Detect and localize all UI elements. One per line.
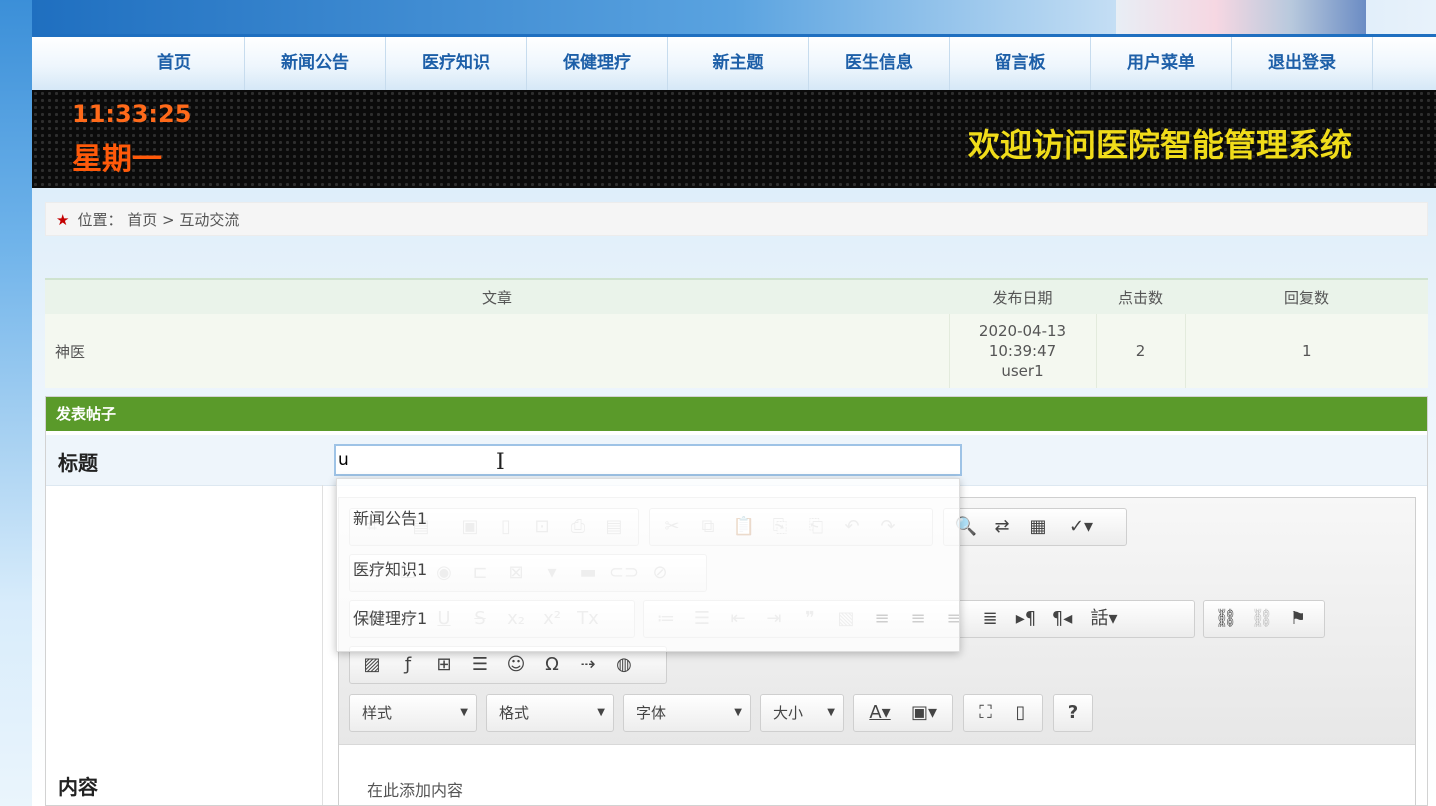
table-header-row: 文章 发布日期 点击数 回复数 [45, 278, 1428, 314]
article-author: user1 [1001, 362, 1044, 380]
text-color-icon[interactable]: A▾ [858, 698, 902, 728]
content-placeholder: 在此添加内容 [367, 781, 464, 800]
ltr-icon[interactable]: ▸¶ [1008, 604, 1044, 634]
header-replies: 回复数 [1185, 278, 1428, 314]
smiley-icon[interactable]: ☺ [498, 650, 534, 680]
image-icon[interactable]: ▨ [354, 650, 390, 680]
breadcrumb-current: 互动交流 [179, 211, 240, 229]
replace-icon[interactable]: ⇄ [984, 512, 1020, 542]
chevron-down-icon: ▼ [460, 707, 468, 718]
autocomplete-item[interactable]: 医疗知识1 [353, 556, 427, 580]
toolbar-group-colors: A▾ ▣▾ [853, 694, 953, 732]
toolbar-group-links: ⛓ ⛓ ⚑ [1203, 600, 1325, 638]
header-photo [1116, 0, 1366, 34]
chevron-down-icon: ▼ [597, 707, 605, 718]
breadcrumb: ★ 位置： 首页 > 互动交流 [45, 202, 1428, 236]
autocomplete-item[interactable]: 新闻公告1 [353, 505, 427, 529]
nav-item-logout[interactable]: 退出登录 [1232, 37, 1373, 90]
style-combo[interactable]: 样式 ▼ [349, 694, 477, 732]
article-date: 2020-04-13 10:39:47 [978, 322, 1067, 360]
toolbar-group-tools: ⛶ ▯ [963, 694, 1043, 732]
star-icon: ★ [56, 211, 70, 229]
article-title-link[interactable]: 神医 [45, 314, 950, 388]
nav-item-health-care[interactable]: 保健理疗 [527, 37, 668, 90]
header-article: 文章 [45, 278, 949, 314]
breadcrumb-prefix: 位置： [77, 211, 123, 229]
header-clicks: 点击数 [1096, 278, 1185, 314]
clock-weekday: 星期一 [72, 142, 162, 177]
clock-time: 11:33:25 [72, 100, 192, 128]
breadcrumb-separator: > [162, 211, 175, 229]
font-combo[interactable]: 字体 ▼ [623, 694, 751, 732]
unlink-icon[interactable]: ⛓ [1244, 604, 1280, 634]
justify-icon[interactable]: ≣ [972, 604, 1008, 634]
label-column-divider [322, 485, 323, 805]
nav-item-message-board[interactable]: 留言板 [950, 37, 1091, 90]
nav-item-medical-knowledge[interactable]: 医疗知识 [386, 37, 527, 90]
table-icon[interactable]: ⊞ [426, 650, 462, 680]
maximize-icon[interactable]: ⛶ [968, 698, 1003, 728]
chevron-down-icon: ▼ [734, 707, 742, 718]
content-label: 内容 [58, 775, 98, 799]
main-nav: 首页 新闻公告 医疗知识 保健理疗 新主题 医生信息 留言板 用户菜单 退出登录 [32, 34, 1436, 90]
post-form-header: 发表帖子 [46, 397, 1427, 431]
autocomplete-item[interactable]: 保健理疗1 [353, 605, 427, 629]
style-combo-label: 样式 [362, 704, 393, 722]
led-banner: 11:33:25 星期一 欢迎访问医院智能管理系统 [32, 90, 1436, 188]
rtl-icon[interactable]: ¶◂ [1044, 604, 1080, 634]
nav-item-doctor-info[interactable]: 医生信息 [809, 37, 950, 90]
title-autocomplete-dropdown: 新闻公告1 医疗知识1 保健理疗1 [336, 478, 960, 652]
article-date-cell: 2020-04-13 10:39:47 user1 [949, 314, 1097, 388]
format-combo-label: 格式 [499, 704, 530, 722]
nav-item-news[interactable]: 新闻公告 [245, 37, 386, 90]
spellcheck-icon[interactable]: ✓▾ [1056, 512, 1106, 542]
nav-item-new-topic[interactable]: 新主题 [668, 37, 809, 90]
chevron-down-icon: ▼ [827, 707, 835, 718]
select-all-icon[interactable]: ▦ [1020, 512, 1056, 542]
horizontal-rule-icon[interactable]: ☰ [462, 650, 498, 680]
link-icon[interactable]: ⛓ [1208, 604, 1244, 634]
nav-item-home[interactable]: 首页 [104, 37, 245, 90]
text-cursor-icon: I [496, 450, 505, 475]
article-replies: 1 [1185, 314, 1428, 388]
page-break-icon[interactable]: ⇢ [570, 650, 606, 680]
nav-item-user-menu[interactable]: 用户菜单 [1091, 37, 1232, 90]
header-date: 发布日期 [949, 278, 1096, 314]
editor-content-area[interactable]: 在此添加内容 [339, 744, 1415, 805]
language-icon[interactable]: 話▾ [1080, 604, 1128, 634]
side-decoration [0, 0, 32, 806]
article-clicks: 2 [1096, 314, 1186, 388]
help-icon[interactable]: ? [1058, 698, 1088, 728]
breadcrumb-home-link[interactable]: 首页 [127, 211, 157, 229]
flash-icon[interactable]: ƒ [390, 650, 426, 680]
title-label: 标题 [58, 451, 98, 475]
toolbar-group-help: ? [1053, 694, 1093, 732]
title-input[interactable] [334, 444, 962, 476]
anchor-flag-icon[interactable]: ⚑ [1280, 604, 1316, 634]
format-combo[interactable]: 格式 ▼ [486, 694, 614, 732]
table-row: 神医 2020-04-13 10:39:47 user1 2 1 [45, 314, 1428, 388]
special-char-icon[interactable]: Ω [534, 650, 570, 680]
iframe-globe-icon[interactable]: ◍ [606, 650, 642, 680]
bg-color-icon[interactable]: ▣▾ [902, 698, 946, 728]
article-table: 文章 发布日期 点击数 回复数 神医 2020-04-13 10:39:47 u… [45, 278, 1428, 388]
size-combo-label: 大小 [773, 704, 804, 722]
welcome-text: 欢迎访问医院智能管理系统 [967, 126, 1352, 164]
header-banner-strip [32, 0, 1436, 34]
show-blocks-icon[interactable]: ▯ [1003, 698, 1038, 728]
toolbar-group-find: 🔍 ⇄ ▦ ✓▾ [943, 508, 1127, 546]
font-combo-label: 字体 [636, 704, 667, 722]
size-combo[interactable]: 大小 ▼ [760, 694, 844, 732]
